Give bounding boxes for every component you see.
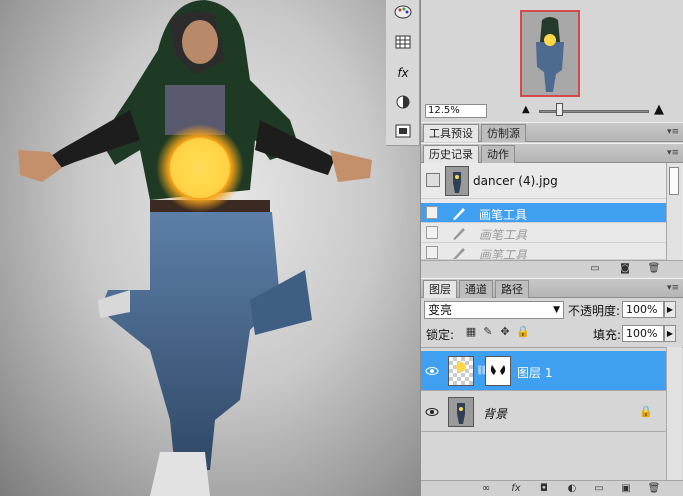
adjustment-icon[interactable]: ◐ (565, 483, 579, 495)
layer-row[interactable]: 背景 🔒 (421, 392, 666, 432)
lock-transparency-icon[interactable]: ▦ (465, 326, 477, 338)
panel-menu-icon[interactable]: ▾≡ (666, 126, 680, 138)
tab-history[interactable]: 历史记录 (423, 145, 479, 163)
blend-mode-select[interactable]: 变亮 ▼ (424, 301, 564, 319)
layer-thumbnail[interactable] (448, 356, 474, 386)
layers-list: ⛓ 图层 1 背景 🔒 (421, 347, 683, 480)
lock-icon: 🔒 (639, 405, 653, 418)
trash-icon[interactable]: 🗑 (647, 483, 661, 495)
group-icon[interactable]: ▭ (592, 483, 606, 495)
fx-icon[interactable]: fx (509, 483, 523, 495)
lock-position-icon[interactable]: ✥ (499, 326, 511, 338)
history-item[interactable]: 画笔工具 (421, 223, 666, 243)
brush-icon (451, 225, 467, 244)
tab-clone-source[interactable]: 仿制源 (481, 124, 526, 142)
history-source-box[interactable] (426, 246, 438, 259)
layer-thumbnail[interactable] (448, 397, 474, 427)
snapshot-label: dancer (4).jpg (473, 174, 558, 188)
tab-actions[interactable]: 动作 (481, 145, 515, 163)
navigator-panel: 12.5% ▲ ▲ (421, 0, 683, 122)
opacity-arrow-icon[interactable]: ▶ (664, 301, 676, 318)
lock-pixels-icon[interactable]: ✎ (482, 326, 494, 338)
zoom-field[interactable]: 12.5% (425, 104, 487, 118)
fx-icon[interactable]: fx (392, 63, 414, 83)
mask-icon[interactable]: ◘ (537, 483, 551, 495)
tool-strip: fx (386, 0, 420, 146)
tab-paths[interactable]: 路径 (495, 280, 529, 298)
panel-menu-icon[interactable]: ▾≡ (666, 147, 680, 159)
zoom-slider-knob[interactable] (556, 103, 563, 116)
new-document-icon[interactable]: ▭ (588, 263, 602, 275)
fill-label: 填充: (593, 328, 622, 342)
layers-tabbar: 图层 通道 路径 ▾≡ (421, 278, 683, 298)
history-list: dancer (4).jpg 画笔工具 画笔工具 画笔工具 (421, 163, 683, 260)
layers-footer: ∞ fx ◘ ◐ ▭ ▣ 🗑 (421, 480, 683, 496)
layers-scrollbar[interactable] (666, 347, 682, 480)
contrast-icon[interactable] (392, 92, 414, 112)
new-layer-icon[interactable]: ▣ (619, 483, 633, 495)
brush-icon (451, 205, 467, 224)
history-tabbar: 历史记录 动作 ▾≡ (421, 143, 683, 163)
snapshot-brush-icon (426, 173, 440, 187)
layers-options: 变亮 ▼ 不透明度: 100% ▶ 锁定: ▦ ✎ ✥ 🔒 填充: 100% ▶ (421, 299, 683, 347)
document-canvas[interactable] (0, 0, 420, 496)
layer-comp-icon[interactable] (392, 121, 414, 141)
history-footer: ▭ ◙ 🗑 (421, 260, 683, 276)
lock-label: 锁定: (426, 328, 455, 342)
navigator-thumbnail[interactable] (520, 10, 580, 97)
history-item[interactable]: 画笔工具 (421, 243, 666, 260)
zoom-out-icon[interactable]: ▲ (522, 104, 530, 115)
tab-layers[interactable]: 图层 (423, 280, 457, 298)
link-icon[interactable]: ∞ (479, 483, 493, 495)
history-item[interactable]: 画笔工具 (421, 203, 666, 223)
history-source-box[interactable] (426, 206, 438, 219)
scroll-thumb[interactable] (669, 167, 679, 195)
camera-icon[interactable]: ◙ (618, 263, 632, 275)
grid-icon[interactable] (392, 32, 414, 52)
tab-tool-presets[interactable]: 工具预设 (423, 124, 479, 142)
panel-dock: 12.5% ▲ ▲ 工具预设 仿制源 ▾≡ 历史记录 动作 ▾≡ dancer … (420, 0, 683, 496)
opacity-field[interactable]: 100% (622, 301, 664, 318)
layer-row[interactable]: ⛓ 图层 1 (421, 351, 666, 391)
layer-mask-thumbnail[interactable] (485, 356, 511, 386)
eye-icon[interactable] (425, 405, 439, 419)
snapshot-thumbnail (445, 166, 469, 196)
eye-icon[interactable] (425, 364, 439, 378)
opacity-label: 不透明度: (568, 304, 621, 318)
history-item-label: 画笔工具 (479, 208, 528, 222)
tool-presets-tabbar: 工具预设 仿制源 ▾≡ (421, 122, 683, 142)
dancer-photo (18, 0, 372, 496)
fill-arrow-icon[interactable]: ▶ (664, 325, 676, 342)
history-scrollbar[interactable] (666, 163, 682, 260)
history-item-label: 画笔工具 (479, 248, 528, 260)
history-source-box[interactable] (426, 226, 438, 239)
trash-icon[interactable]: 🗑 (647, 263, 661, 275)
fill-field[interactable]: 100% (622, 325, 664, 342)
history-snapshot[interactable]: dancer (4).jpg (421, 163, 666, 199)
panel-menu-icon[interactable]: ▾≡ (666, 282, 680, 294)
zoom-in-icon[interactable]: ▲ (654, 102, 664, 117)
brush-icon (451, 245, 467, 259)
chevron-down-icon: ▼ (553, 305, 560, 315)
brush-palette-icon[interactable] (392, 2, 414, 22)
layer-name[interactable]: 图层 1 (517, 364, 552, 381)
blend-mode-value: 变亮 (428, 303, 453, 317)
history-item-label: 画笔工具 (479, 228, 528, 242)
lock-all-icon[interactable]: 🔒 (516, 326, 530, 338)
tab-channels[interactable]: 通道 (459, 280, 493, 298)
layer-name[interactable]: 背景 (483, 405, 507, 422)
